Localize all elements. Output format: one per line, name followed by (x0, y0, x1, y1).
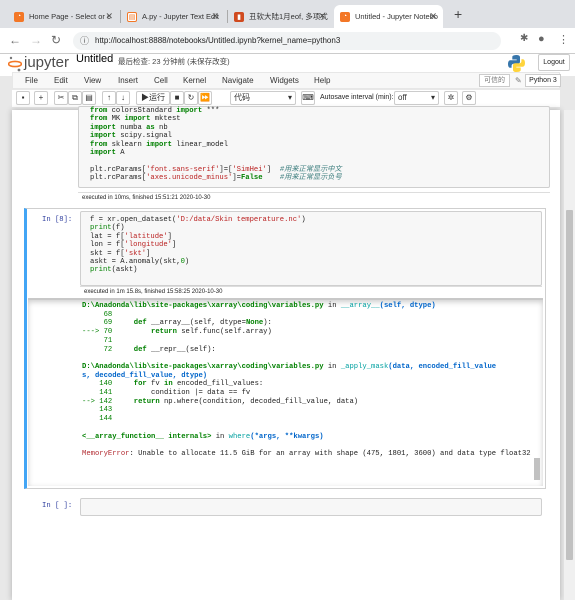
scrollbar-thumb[interactable] (566, 210, 573, 560)
menu-file[interactable]: File (25, 76, 38, 85)
chevron-down-icon: ▾ (287, 93, 292, 102)
code-cell-input[interactable] (80, 498, 542, 516)
error-name: MemoryError (82, 449, 130, 458)
play-icon: ▶ (141, 93, 149, 102)
chevron-down-icon: ▾ (430, 93, 435, 102)
menu-kernel[interactable]: Kernel (183, 76, 206, 85)
browser-tab[interactable]: ▮ 丑软大陆1月eof, 多项式 ✕ (228, 5, 332, 28)
close-icon[interactable]: ✕ (211, 11, 219, 22)
jupyter-logo-icon (7, 56, 23, 72)
tab-title: A.py - Jupyter Text Edit (142, 12, 219, 21)
notebook-toolbar: ▪ + ✂ ⧉ ▤ ↑ ↓ ▶运行 ■ ↻ ⏩ 代码 ▾ ⌨ Autosave i… (12, 90, 560, 107)
traceback-sig: (data, encoded_fill_value (388, 362, 497, 371)
close-icon[interactable]: ✕ (318, 11, 326, 22)
menu-view[interactable]: View (84, 76, 101, 85)
cell-type-value: 代码 (234, 93, 250, 102)
restart-run-icon[interactable]: ⏩ (198, 91, 212, 105)
forward-icon[interactable]: → (30, 33, 42, 47)
tab-title: Home Page - Select or c (29, 12, 111, 21)
error-message: : Unable to allocate 11.5 GiB for an arr… (129, 449, 531, 458)
gear-icon[interactable]: ✲ (444, 91, 458, 105)
edit-mode-icon: ✎ (515, 76, 522, 85)
back-icon[interactable]: ← (9, 33, 21, 47)
interrupt-icon[interactable]: ■ (170, 91, 184, 105)
code-cell-input[interactable]: from colorsStandard import *** from MK i… (78, 106, 550, 188)
menu-help[interactable]: Help (314, 76, 330, 85)
traceback-in: in (327, 302, 337, 310)
checkpoint-status: 最后检查: 23 分钟前 (未保存改变) (118, 57, 230, 66)
notebook-menu-bar: File Edit View Insert Cell Kernel Naviga… (12, 72, 561, 89)
url-text: http://localhost:8888/notebooks/Untitled… (95, 36, 341, 45)
tab-title: Untitled - Jupyter Notebo (355, 12, 438, 21)
info-icon: ⓘ (80, 36, 90, 46)
save-icon[interactable]: ▪ (16, 91, 30, 105)
output-scrollbar[interactable] (534, 458, 540, 480)
trusted-indicator[interactable]: 可信的 (479, 74, 510, 87)
notebook-name[interactable]: Untitled (76, 53, 113, 65)
execution-time: executed in 10ms, finished 15:51:21 2020… (78, 192, 550, 202)
menu-icon[interactable]: ⋮ (558, 33, 569, 46)
bookmark-icon: ▮ (234, 11, 244, 22)
traceback-output: D:\Anadonda\lib\site-packages\xarray\cod… (82, 302, 531, 458)
jupyter-logo-text: jupyter (24, 54, 70, 71)
input-prompt: In [8]: (42, 216, 73, 224)
run-label: 运行 (149, 93, 165, 102)
restart-icon[interactable]: ↻ (184, 91, 198, 105)
code-text: from colorsStandard import *** from MK i… (90, 107, 342, 183)
browser-tab-active[interactable]: ◔ Untitled - Jupyter Notebo ✕ (334, 5, 443, 28)
menu-navigate[interactable]: Navigate (222, 76, 254, 85)
autosave-label: Autosave interval (min): (320, 94, 394, 101)
traceback-sig: (*args, **kwargs) (250, 432, 324, 441)
profile-icon[interactable]: ● (538, 33, 545, 45)
notebook-page: from colorsStandard import *** from MK i… (12, 106, 560, 600)
copy-icon[interactable]: ⧉ (68, 91, 82, 105)
close-icon[interactable]: ✕ (105, 11, 113, 22)
cell-type-select[interactable]: 代码 ▾ (230, 91, 296, 105)
keyboard-icon[interactable]: ⌨ (301, 91, 315, 105)
logout-button[interactable]: Logout (538, 54, 570, 71)
traceback-file: <__array_function__ internals> (82, 432, 212, 441)
address-bar: ← → ↻ ⓘ http://localhost:8888/notebooks/… (0, 28, 575, 54)
browser-tab[interactable]: ◔ Home Page - Select or c ✕ (8, 5, 119, 28)
code-text: f = xr.open_dataset('D:/data/Skin temper… (90, 216, 306, 275)
reload-icon[interactable]: ↻ (51, 33, 61, 47)
traceback-func: __array__ (340, 302, 380, 310)
traceback-file: D:\Anadonda\lib\site-packages\xarray\cod… (82, 302, 324, 310)
menu-widgets[interactable]: Widgets (270, 76, 299, 85)
close-icon[interactable]: ✕ (429, 11, 437, 22)
traceback-sig: s, decoded_fill_value, dtype) (82, 371, 208, 380)
insert-cell-icon[interactable]: + (34, 91, 48, 105)
code-cell-input[interactable]: f = xr.open_dataset('D:/data/Skin temper… (80, 211, 542, 286)
extensions-icon[interactable]: ✱ (520, 33, 528, 44)
traceback-sig: (self, dtype) (379, 302, 436, 310)
menu-cell[interactable]: Cell (154, 76, 168, 85)
menu-edit[interactable]: Edit (54, 76, 68, 85)
traceback-file: D:\Anadonda\lib\site-packages\xarray\cod… (82, 362, 324, 371)
browser-tab-bar: ◔ Home Page - Select or c ✕ ▤ A.py - Jup… (0, 0, 575, 28)
tab-title: 丑软大陆1月eof, 多项式 (249, 12, 328, 21)
move-down-icon[interactable]: ↓ (116, 91, 130, 105)
run-button[interactable]: ▶运行 (136, 91, 170, 105)
menu-insert[interactable]: Insert (118, 76, 138, 85)
file-icon: ▤ (127, 11, 137, 22)
traceback-func: _apply_mask (340, 362, 389, 371)
jupyter-favicon-icon: ◔ (340, 11, 350, 22)
python-logo-icon (507, 54, 526, 73)
traceback-func: where (228, 432, 251, 441)
kernel-indicator[interactable]: Python 3 (525, 74, 561, 87)
execution-time: executed in 1m 15.8s, finished 15:58:25 … (80, 286, 542, 296)
cut-icon[interactable]: ✂ (54, 91, 68, 105)
move-up-icon[interactable]: ↑ (102, 91, 116, 105)
new-tab-icon[interactable]: + (454, 6, 462, 22)
autosave-select[interactable]: off ▾ (394, 91, 439, 105)
bug-icon[interactable]: ⚙ (462, 91, 476, 105)
paste-icon[interactable]: ▤ (82, 91, 96, 105)
jupyter-favicon-icon: ◔ (14, 11, 24, 22)
url-input[interactable]: ⓘ http://localhost:8888/notebooks/Untitl… (73, 32, 501, 50)
browser-tab[interactable]: ▤ A.py - Jupyter Text Edit ✕ (121, 5, 225, 28)
input-prompt: In [ ]: (42, 502, 73, 510)
autosave-value: off (398, 93, 407, 102)
